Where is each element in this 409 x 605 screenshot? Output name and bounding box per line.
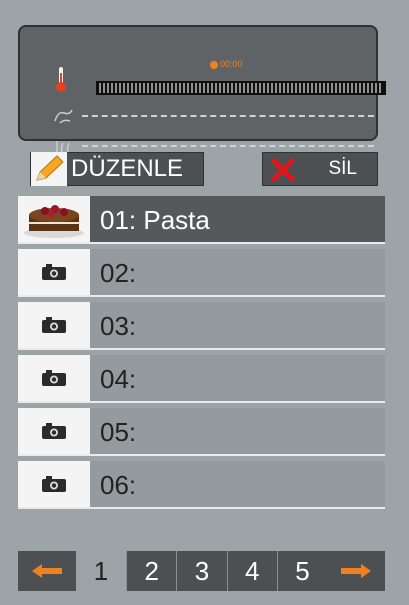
close-icon: [271, 158, 295, 182]
humidity-icon: [54, 109, 73, 124]
edit-button-label: DÜZENLE: [71, 155, 184, 182]
recipe-item-06[interactable]: 06:: [18, 461, 385, 509]
recipe-item-02[interactable]: 02:: [18, 249, 385, 297]
pagination: 1 2 3 4 5: [18, 551, 385, 591]
page-button-5[interactable]: 5: [276, 551, 328, 591]
steam-value-line: [82, 145, 374, 147]
thermometer-icon: [56, 67, 66, 92]
page-button-1[interactable]: 1: [76, 551, 126, 591]
recipe-list: 01: Pasta 02: 03: 04: 05: 06:: [18, 196, 385, 514]
recipe-item-05[interactable]: 05:: [18, 408, 385, 456]
temperature-bar: [96, 81, 386, 95]
camera-icon: [18, 408, 90, 454]
recipe-item-label: 04:: [100, 364, 137, 394]
oven-status-panel: 00:00: [18, 25, 386, 157]
page-button-2[interactable]: 2: [126, 551, 177, 591]
recipe-item-label: 01: Pasta: [100, 205, 210, 235]
recipe-item-label: 02:: [100, 258, 137, 288]
edit-button[interactable]: DÜZENLE: [30, 152, 204, 186]
camera-icon: [18, 461, 90, 507]
timer-readout: 00:00: [210, 59, 243, 69]
cake-icon: [24, 205, 84, 238]
recipe-item-label: 05:: [100, 417, 137, 447]
page-label: 4: [244, 555, 260, 586]
recipe-item-03[interactable]: 03:: [18, 302, 385, 350]
camera-icon: [18, 355, 90, 401]
clock-icon: [210, 60, 218, 69]
pencil-icon: [31, 152, 67, 186]
recipe-item-01[interactable]: 01: Pasta: [18, 196, 385, 244]
page-button-3[interactable]: 3: [176, 551, 227, 591]
page-label: 5: [295, 555, 310, 586]
prev-page-button[interactable]: [18, 551, 76, 591]
arrow-right-icon: [341, 564, 372, 578]
recipe-item-label: 03:: [100, 311, 137, 341]
page-button-4[interactable]: 4: [226, 551, 277, 591]
delete-button-label: SİL: [328, 158, 357, 179]
next-page-button[interactable]: [327, 551, 385, 591]
cake-thumbnail: [18, 196, 90, 242]
humidity-value-line: [82, 115, 374, 117]
delete-button[interactable]: SİL: [262, 152, 378, 186]
page-label: 1: [93, 555, 109, 586]
camera-icon: [18, 302, 90, 348]
recipe-item-04[interactable]: 04:: [18, 355, 385, 403]
camera-icon: [18, 249, 90, 295]
page-label: 3: [194, 555, 210, 586]
recipe-item-label: 06:: [100, 470, 137, 500]
page-label: 2: [144, 555, 159, 586]
arrow-left-icon: [31, 564, 62, 578]
